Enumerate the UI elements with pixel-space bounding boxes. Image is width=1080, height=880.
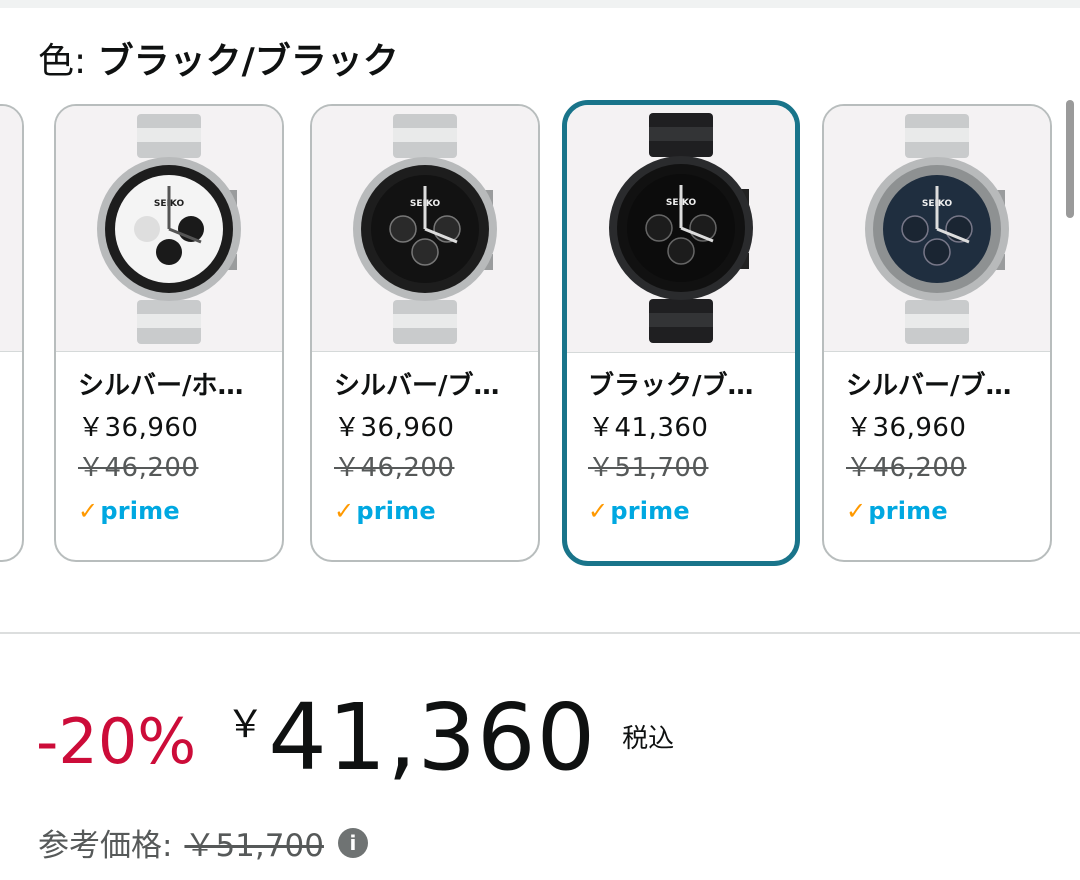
- prime-badge: ✓ prime: [846, 496, 1040, 526]
- top-strip: [0, 0, 1080, 8]
- color-selected-value: ブラック/ブラック: [97, 41, 399, 82]
- variant-list-price: ￥51,700: [588, 453, 709, 483]
- watch-image: SEIKO: [97, 114, 241, 344]
- price-block: -20% ￥ 41,360 税込: [36, 690, 674, 790]
- tax-note: 税込: [622, 724, 675, 754]
- prime-label: prime: [868, 497, 948, 525]
- currency-symbol: ￥: [226, 702, 265, 746]
- prime-badge: ✓ prime: [78, 496, 272, 526]
- variant-card[interactable]: SEIKO シルバー/ホ… ￥36,960 ￥46,200 ✓prime: [54, 104, 284, 562]
- variant-card[interactable]: SEIKO シルバー/ブ… ￥36,960 ￥46,200 ✓prime: [310, 104, 540, 562]
- variant-name: シルバー/ブ…: [846, 371, 1012, 401]
- variant-image-area: SEIKO: [312, 106, 538, 352]
- variant-image-area: [0, 106, 22, 352]
- color-label-prefix: 色:: [38, 41, 87, 82]
- variant-list-price: ￥46,200: [846, 453, 967, 483]
- variant-image-area: SEIKO: [56, 106, 282, 352]
- variant-name: シルバー/ブ…: [334, 371, 500, 401]
- variant-image-area: SEIKO: [567, 105, 795, 353]
- reference-price-row: 参考価格: ￥51,700 i: [38, 820, 368, 865]
- variant-list-price: ￥46,200: [334, 453, 455, 483]
- discount-percent: -20%: [36, 705, 197, 778]
- prime-badge: ✓ prime: [588, 496, 785, 526]
- variant-image-area: SEIKO: [824, 106, 1050, 352]
- variant-card-partial[interactable]: [0, 104, 24, 562]
- variant-card[interactable]: SEIKO シルバー/ブ… ￥36,960 ￥46,200 ✓prime: [822, 104, 1052, 562]
- variant-price: ￥36,960: [334, 413, 455, 443]
- section-divider: [0, 632, 1080, 634]
- watch-image: SEIKO: [865, 114, 1009, 344]
- variant-name: ブラック/ブ…: [588, 371, 754, 401]
- reference-price: ￥51,700: [184, 828, 324, 864]
- prime-check-icon: ✓: [334, 497, 355, 525]
- price-amount: 41,360: [268, 684, 597, 791]
- prime-label: prime: [356, 497, 436, 525]
- variant-price: ￥36,960: [78, 413, 199, 443]
- prime-label: prime: [100, 497, 180, 525]
- reference-price-label: 参考価格:: [38, 828, 173, 864]
- variant-name: シルバー/ホ…: [78, 371, 244, 401]
- prime-badge: ✓ prime: [334, 496, 528, 526]
- variant-list-price: ￥46,200: [78, 453, 199, 483]
- prime-check-icon: ✓: [78, 497, 99, 525]
- scrollbar[interactable]: [1066, 100, 1074, 218]
- prime-label: prime: [610, 497, 690, 525]
- prime-check-icon: ✓: [846, 497, 867, 525]
- info-icon[interactable]: i: [337, 827, 368, 858]
- variant-price: ￥36,960: [846, 413, 967, 443]
- variant-carousel[interactable]: SEIKO シルバー/ホ… ￥36,960 ￥46,200 ✓prime SEI…: [0, 100, 1080, 570]
- watch-image: SEIKO: [353, 114, 497, 344]
- color-selector-label: 色: ブラック/ブラック: [38, 38, 399, 86]
- variant-price: ￥41,360: [588, 413, 709, 443]
- prime-check-icon: ✓: [588, 497, 609, 525]
- watch-image: SEIKO: [609, 113, 753, 343]
- variant-card-selected[interactable]: SEIKO ブラック/ブ… ￥41,360 ￥51,700 ✓prime: [562, 100, 800, 566]
